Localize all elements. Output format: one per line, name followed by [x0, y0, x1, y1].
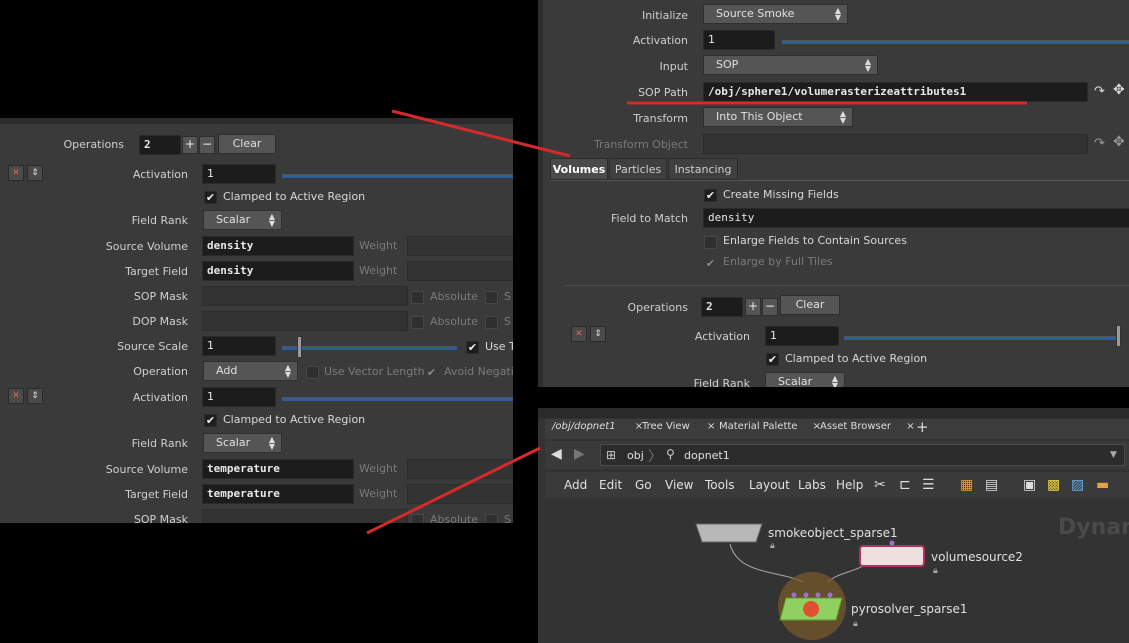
- annotation-overlay: [366, 101, 1027, 535]
- annotation-arrow-line: [366, 446, 541, 535]
- annotation-arrow-line: [391, 109, 571, 158]
